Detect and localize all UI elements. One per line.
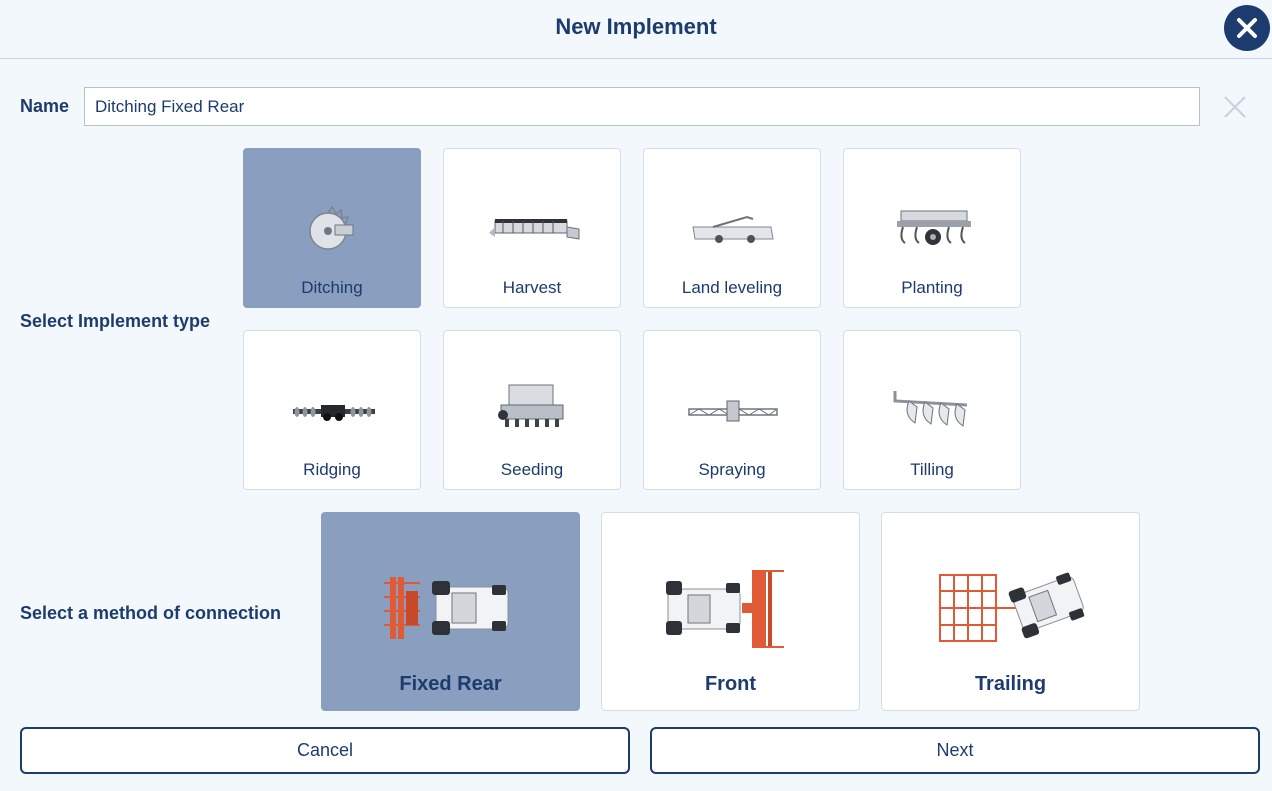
land-leveler-icon	[692, 215, 774, 243]
implement-type-label: Spraying	[698, 460, 766, 479]
implement-type-spraying[interactable]: Spraying	[643, 330, 821, 490]
connection-front[interactable]: Front	[601, 512, 860, 711]
implement-type-land-leveling[interactable]: Land leveling	[643, 148, 821, 308]
ridger-icon	[293, 405, 375, 421]
planter-icon	[897, 210, 971, 245]
connection-label: Fixed Rear	[399, 673, 502, 695]
implement-type-tilling[interactable]: Tilling	[843, 330, 1021, 490]
implement-type-label: Tilling	[910, 460, 954, 479]
implement-type-label: Land leveling	[681, 278, 783, 297]
implement-type-ditching[interactable]: Ditching	[243, 148, 421, 308]
plough-icon	[893, 391, 968, 427]
connection-label: Trailing	[974, 673, 1047, 695]
cancel-button[interactable]: Cancel	[20, 727, 630, 774]
tractor-trailing-icon	[939, 572, 1085, 642]
implement-type-label: Select Implement type	[20, 311, 211, 331]
close-button[interactable]	[1224, 5, 1270, 51]
seeder-icon	[498, 384, 564, 427]
implement-type-label: Ditching	[301, 278, 363, 297]
tractor-fixed-rear-icon	[384, 577, 509, 639]
implement-type-label: Planting	[901, 278, 963, 297]
next-button[interactable]: Next	[650, 727, 1260, 774]
implement-type-seeding[interactable]: Seeding	[443, 330, 621, 490]
clear-icon	[1224, 96, 1246, 118]
connection-trailing[interactable]: Trailing	[881, 512, 1140, 711]
ditcher-icon	[309, 205, 354, 250]
name-label: Name	[20, 96, 70, 116]
connection-label: Front	[704, 673, 757, 695]
connection-fixed-rear[interactable]: Fixed Rear	[321, 512, 580, 711]
implement-type-label: Seeding	[500, 460, 564, 479]
sprayer-icon	[688, 400, 778, 422]
dialog-title: New Implement	[555, 14, 717, 39]
clear-name-button[interactable]	[1222, 94, 1248, 120]
implement-type-ridging[interactable]: Ridging	[243, 330, 421, 490]
harvester-header-icon	[489, 219, 580, 240]
implement-type-label: Harvest	[502, 278, 562, 297]
tractor-front-icon	[666, 570, 784, 648]
implement-type-planting[interactable]: Planting	[843, 148, 1021, 308]
close-icon	[1237, 18, 1257, 38]
implement-type-label: Ridging	[303, 460, 361, 479]
name-input[interactable]	[84, 87, 1200, 126]
connection-method-label: Select a method of connection	[20, 603, 282, 623]
implement-type-harvest[interactable]: Harvest	[443, 148, 621, 308]
dialog-header: New Implement	[0, 0, 1272, 59]
